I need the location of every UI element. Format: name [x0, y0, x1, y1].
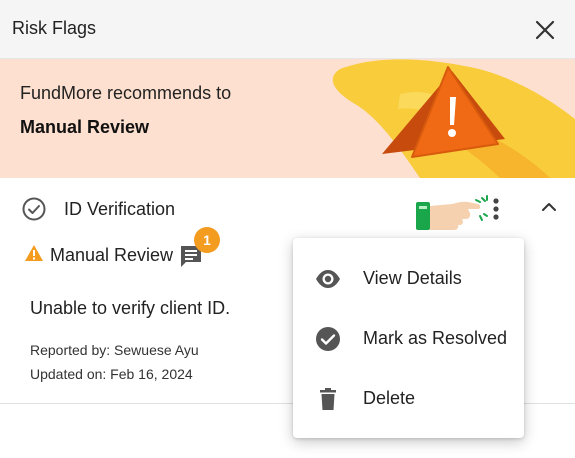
check-circle-icon [316, 327, 340, 351]
flag-description: Unable to verify client ID. [30, 298, 231, 318]
chevron-up-icon[interactable] [538, 196, 560, 218]
close-icon[interactable] [531, 16, 559, 44]
menu-item-mark-resolved[interactable]: Mark as Resolved [293, 308, 524, 368]
menu-item-view-details[interactable]: View Details [293, 248, 524, 308]
warning-icon [25, 245, 43, 261]
check-circle-icon [22, 197, 46, 221]
more-options-icon[interactable] [486, 195, 506, 223]
menu-item-label: View Details [363, 268, 462, 288]
banner-recommendation: Manual Review [20, 117, 150, 137]
banner-intro-text: FundMore recommends to [20, 83, 232, 103]
menu-item-label: Mark as Resolved [363, 328, 508, 348]
comment-count-badge: 1 [194, 227, 220, 253]
menu-item-delete[interactable]: Delete [293, 368, 524, 428]
recommendation-banner: FundMore recommends to Manual Review [0, 59, 575, 178]
trash-icon [320, 388, 336, 410]
warning-illustration [332, 59, 575, 178]
flag-title: ID Verification [64, 199, 176, 219]
updated-on: Updated on: Feb 16, 2024 [30, 366, 193, 382]
eye-icon [316, 270, 340, 288]
reported-by: Reported by: Sewuese Ayu [30, 342, 199, 358]
status-label: Manual Review [50, 245, 174, 265]
dialog-header: Risk Flags [0, 0, 575, 59]
dialog-title: Risk Flags [12, 18, 97, 38]
options-menu: View Details Mark as Resolved Delete [293, 238, 524, 438]
menu-item-label: Delete [363, 388, 416, 408]
